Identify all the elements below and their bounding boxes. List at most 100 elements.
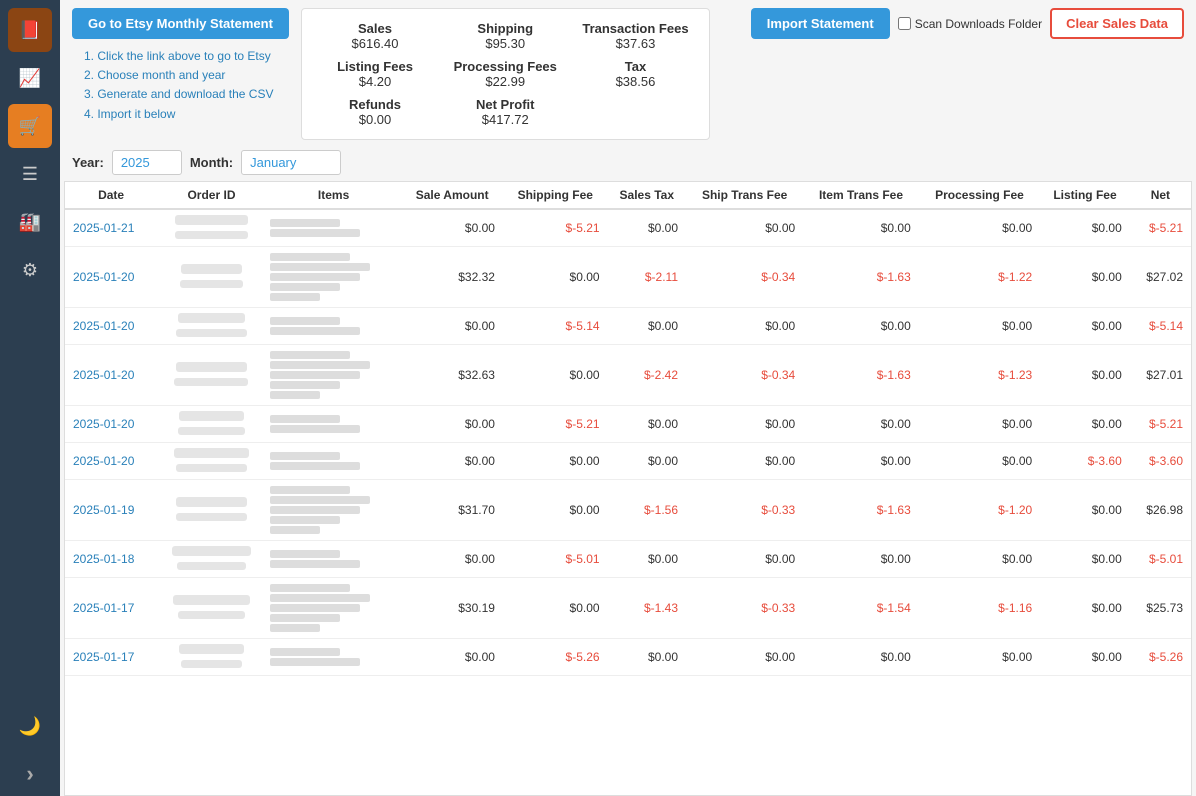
summary-transaction-fees: Transaction Fees $37.63: [582, 21, 688, 51]
year-label: Year:: [72, 155, 104, 170]
instruction-line: 3. Generate and download the CSV: [84, 85, 277, 104]
month-input[interactable]: [241, 150, 341, 175]
table-row: 2025-01-20 $32.32$0.00$-2.11$-0.34$-1.63…: [65, 247, 1191, 308]
cell-date: 2025-01-20: [65, 406, 157, 443]
top-row: Go to Etsy Monthly Statement 1. Click th…: [60, 0, 1196, 144]
cell-numeric: $0.00: [503, 443, 608, 480]
cell-numeric: $-0.33: [686, 578, 803, 639]
col-shipping-fee: Shipping Fee: [503, 182, 608, 209]
transactions-table-container[interactable]: Date Order ID Items Sale Amount Shipping…: [64, 181, 1192, 796]
cell-numeric: $0.00: [1040, 406, 1130, 443]
cell-order-id: [157, 209, 266, 247]
cell-numeric: $0.00: [803, 443, 919, 480]
year-input[interactable]: [112, 150, 182, 175]
instruction-line: 1. Click the link above to go to Etsy: [84, 47, 277, 66]
cell-date: 2025-01-20: [65, 443, 157, 480]
cell-numeric: $0.00: [919, 209, 1040, 247]
col-items: Items: [266, 182, 402, 209]
month-label: Month:: [190, 155, 233, 170]
cell-numeric: $0.00: [401, 209, 503, 247]
cell-numeric: $0.00: [1040, 308, 1130, 345]
cell-numeric: $-2.42: [608, 345, 686, 406]
sidebar: 📕 📈 🛒 ☰ 🏭 ⚙ 🌙 ›: [0, 0, 60, 796]
import-area: Import Statement Scan Downloads Folder C…: [751, 8, 1184, 39]
cell-numeric: $-0.34: [686, 345, 803, 406]
cell-items: [266, 209, 402, 247]
col-ship-trans-fee: Ship Trans Fee: [686, 182, 803, 209]
cell-numeric: $0.00: [919, 443, 1040, 480]
scan-downloads-checkbox[interactable]: [898, 17, 911, 30]
import-button[interactable]: Import Statement: [751, 8, 890, 39]
col-sales-tax: Sales Tax: [608, 182, 686, 209]
cell-numeric: $0.00: [503, 578, 608, 639]
instruction-line: 4. Import it below: [84, 105, 277, 124]
sidebar-item-settings[interactable]: ⚙: [8, 248, 52, 292]
cell-numeric: $0.00: [608, 209, 686, 247]
cell-date: 2025-01-19: [65, 480, 157, 541]
cell-numeric: $0.00: [803, 639, 919, 676]
clear-sales-button[interactable]: Clear Sales Data: [1050, 8, 1184, 39]
table-row: 2025-01-21 $0.00$-5.21$0.00$0.00$0.00$0.…: [65, 209, 1191, 247]
cell-date: 2025-01-17: [65, 639, 157, 676]
cell-items: [266, 406, 402, 443]
cell-numeric: $0.00: [1040, 639, 1130, 676]
cell-numeric: $0.00: [608, 541, 686, 578]
table-row: 2025-01-17 $0.00$-5.26$0.00$0.00$0.00$0.…: [65, 639, 1191, 676]
table-header-row: Date Order ID Items Sale Amount Shipping…: [65, 182, 1191, 209]
summary-processing-fees: Processing Fees $22.99: [452, 59, 558, 89]
cell-numeric: $32.32: [401, 247, 503, 308]
cell-numeric: $-5.14: [503, 308, 608, 345]
cell-numeric: $0.00: [686, 406, 803, 443]
summary-listing-fees: Listing Fees $4.20: [322, 59, 428, 89]
cell-numeric: $-5.01: [1130, 541, 1191, 578]
cell-numeric: $31.70: [401, 480, 503, 541]
cell-numeric: $0.00: [608, 639, 686, 676]
summary-sales: Sales $616.40: [322, 21, 428, 51]
top-section: Go to Etsy Monthly Statement 1. Click th…: [60, 0, 1196, 181]
cell-items: [266, 247, 402, 308]
cell-items: [266, 345, 402, 406]
cell-numeric: $-1.63: [803, 247, 919, 308]
cell-date: 2025-01-20: [65, 247, 157, 308]
summary-empty: [582, 97, 688, 127]
sidebar-item-chart[interactable]: 📈: [8, 56, 52, 100]
cell-numeric: $0.00: [686, 209, 803, 247]
cell-numeric: $0.00: [1040, 247, 1130, 308]
cell-numeric: $0.00: [686, 308, 803, 345]
scan-downloads-label[interactable]: Scan Downloads Folder: [898, 17, 1042, 31]
cell-numeric: $-5.14: [1130, 308, 1191, 345]
cell-numeric: $0.00: [608, 308, 686, 345]
cell-numeric: $-5.26: [1130, 639, 1191, 676]
cell-numeric: $-1.22: [919, 247, 1040, 308]
cell-date: 2025-01-18: [65, 541, 157, 578]
cell-numeric: $-5.26: [503, 639, 608, 676]
instruction-line: 2. Choose month and year: [84, 66, 277, 85]
cell-numeric: $-5.21: [1130, 209, 1191, 247]
cell-numeric: $27.02: [1130, 247, 1191, 308]
main-content: Go to Etsy Monthly Statement 1. Click th…: [60, 0, 1196, 796]
cell-numeric: $0.00: [686, 541, 803, 578]
cell-numeric: $0.00: [608, 443, 686, 480]
cell-numeric: $-1.43: [608, 578, 686, 639]
cell-numeric: $0.00: [1040, 578, 1130, 639]
sidebar-item-expand[interactable]: ›: [8, 752, 52, 796]
summary-shipping: Shipping $95.30: [452, 21, 558, 51]
col-sale-amount: Sale Amount: [401, 182, 503, 209]
sidebar-item-moon[interactable]: 🌙: [8, 704, 52, 748]
sidebar-item-warehouse[interactable]: 🏭: [8, 200, 52, 244]
cell-date: 2025-01-20: [65, 345, 157, 406]
sidebar-item-book[interactable]: 📕: [8, 8, 52, 52]
cell-numeric: $-1.56: [608, 480, 686, 541]
cell-numeric: $-5.21: [503, 406, 608, 443]
col-item-trans-fee: Item Trans Fee: [803, 182, 919, 209]
col-net: Net: [1130, 182, 1191, 209]
go-monthly-button[interactable]: Go to Etsy Monthly Statement: [72, 8, 289, 39]
sidebar-item-cart[interactable]: 🛒: [8, 104, 52, 148]
sidebar-item-list[interactable]: ☰: [8, 152, 52, 196]
cell-numeric: $27.01: [1130, 345, 1191, 406]
cell-numeric: $-1.20: [919, 480, 1040, 541]
cell-numeric: $0.00: [803, 209, 919, 247]
cell-numeric: $-2.11: [608, 247, 686, 308]
cell-numeric: $0.00: [686, 639, 803, 676]
cell-numeric: $0.00: [503, 345, 608, 406]
